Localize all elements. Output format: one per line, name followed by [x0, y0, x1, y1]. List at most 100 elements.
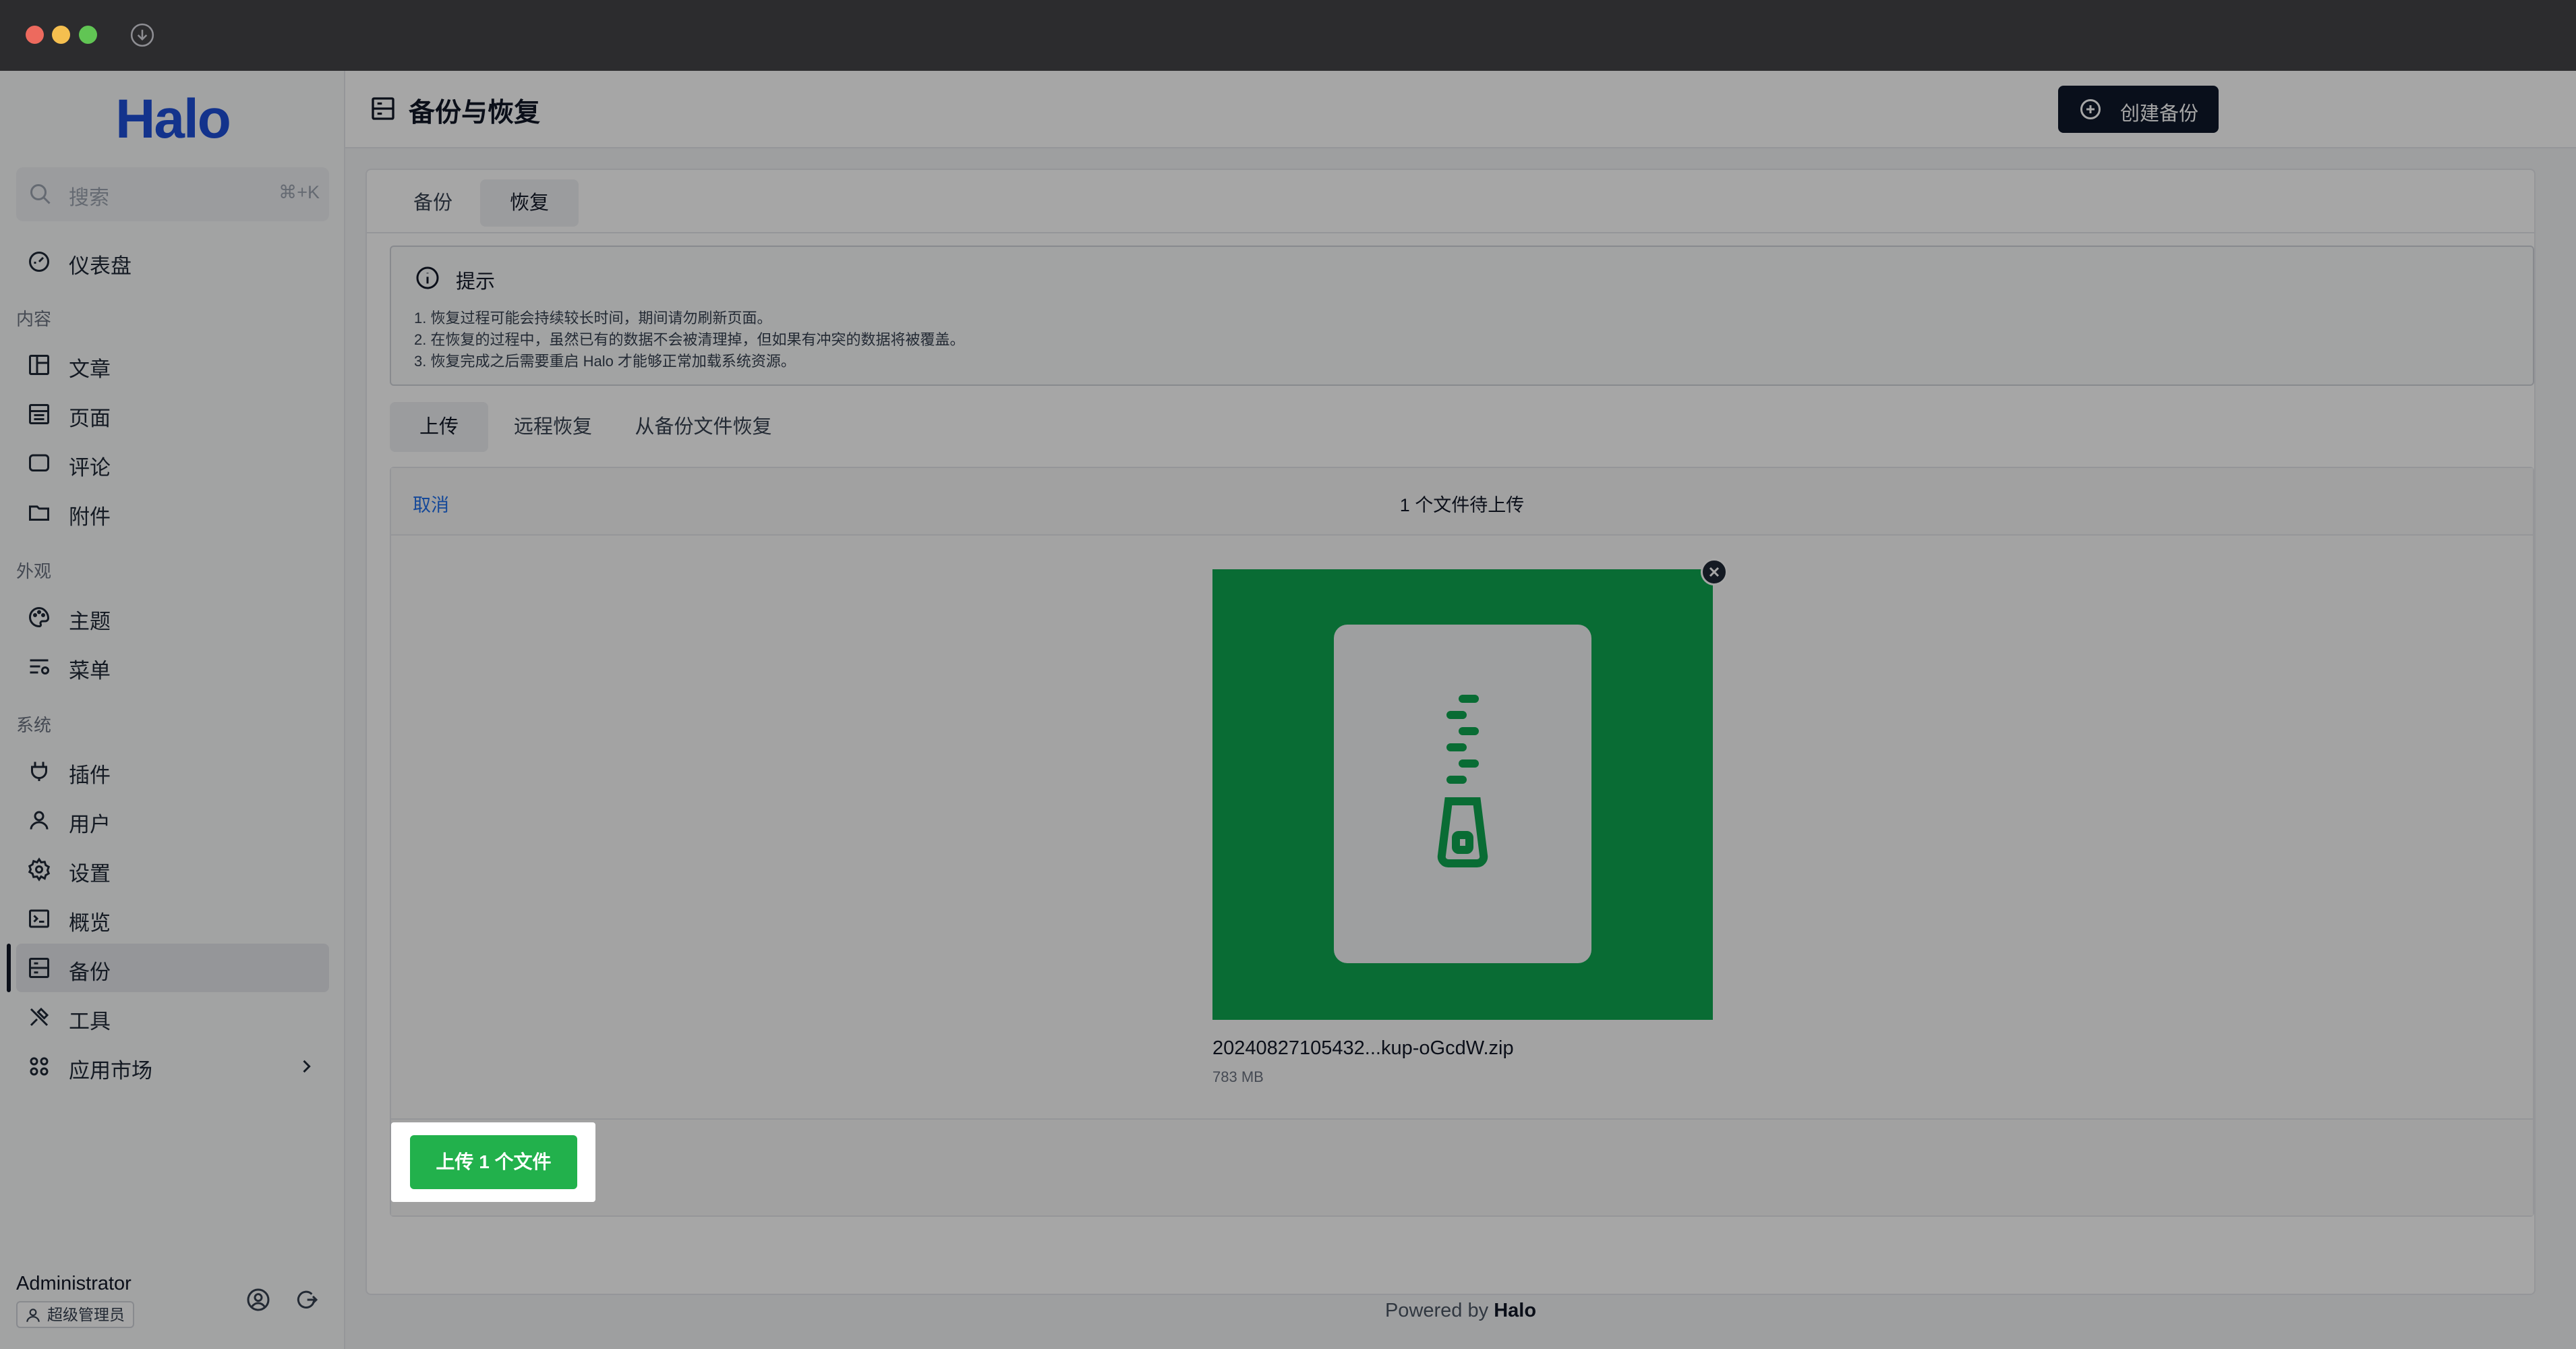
- create-backup-label: 创建备份: [2120, 103, 2199, 125]
- sidebar-item-label: 备份: [69, 960, 111, 984]
- powered-by: Powered by Halo: [345, 1300, 2576, 1322]
- uploader-footer: 上传 1 个文件: [391, 1118, 2533, 1215]
- alert-line: 2. 在恢复的过程中，虽然已有的数据不会被清理掉，但如果有冲突的数据将被覆盖。: [414, 331, 965, 348]
- sidebar-item-comments[interactable]: 评论: [16, 439, 329, 488]
- halo-logo[interactable]: Halo: [0, 88, 345, 151]
- chevron-right-icon: [303, 1060, 311, 1073]
- cancel-link[interactable]: 取消: [413, 490, 449, 517]
- zoom-window-button[interactable]: [79, 26, 97, 44]
- logout-icon[interactable]: [293, 1286, 320, 1313]
- sidebar-item-tools[interactable]: 工具: [16, 993, 329, 1041]
- sidebar-item-label: 页面: [69, 407, 111, 430]
- nav-group-content: 内容: [16, 309, 52, 329]
- page-header: 备份与恢复 创建备份: [345, 71, 2576, 148]
- apps-icon: [30, 1057, 49, 1076]
- sidebar-item-app-market[interactable]: 应用市场: [16, 1042, 329, 1091]
- search-input[interactable]: 搜索 ⌘+K: [16, 167, 329, 221]
- nav-group-appearance: 外观: [16, 561, 52, 581]
- alert-line: 3. 恢复完成之后需要重启 Halo 才能够正常加载系统资源。: [414, 353, 796, 370]
- sidebar: Halo 搜索 ⌘+K 仪表盘 内容 文章 页面 评论 附件 外观 主题 菜单 …: [0, 71, 345, 1349]
- file-uploader: 1 个文件待上传 取消 20240827105432...kup-oGcdW.z…: [390, 467, 2534, 1217]
- main-content: 备份与恢复 创建备份 备份 恢复 提示 1. 恢复过程可能会持续较长时间，期间请…: [345, 71, 2576, 1349]
- zip-file-icon: [1437, 695, 1488, 867]
- sidebar-item-pages[interactable]: 页面: [16, 390, 329, 438]
- tab-backup[interactable]: 备份: [386, 179, 480, 227]
- close-icon: [1709, 567, 1720, 577]
- powered-brand[interactable]: Halo: [1494, 1300, 1536, 1321]
- role-badge: 超级管理员: [16, 1301, 134, 1328]
- role-label: 超级管理员: [47, 1306, 125, 1323]
- sidebar-item-settings[interactable]: 设置: [16, 845, 329, 894]
- sidebar-item-label: 菜单: [69, 659, 111, 683]
- create-backup-button[interactable]: 创建备份: [2058, 86, 2219, 133]
- nav-group-system: 系统: [16, 715, 52, 735]
- sidebar-item-label: 主题: [69, 610, 111, 633]
- gear-icon: [28, 857, 51, 882]
- sidebar-item-label: 概览: [69, 911, 111, 935]
- sidebar-item-posts[interactable]: 文章: [16, 341, 329, 389]
- palette-icon: [29, 606, 50, 628]
- sidebar-item-label: 应用市场: [69, 1059, 152, 1083]
- upload-files-button-highlighted[interactable]: 上传 1 个文件: [410, 1135, 577, 1189]
- sidebar-item-users[interactable]: 用户: [16, 796, 329, 844]
- sidebar-item-dashboard[interactable]: 仪表盘: [16, 237, 329, 286]
- file-thumbnail: [1212, 569, 1713, 1020]
- alert-title: 提示: [456, 271, 496, 293]
- tab-restore[interactable]: 恢复: [480, 179, 579, 227]
- sidebar-item-label: 插件: [69, 764, 111, 787]
- sidebar-item-label: 工具: [69, 1010, 111, 1033]
- remove-file-button[interactable]: [1701, 558, 1728, 585]
- file-name: 20240827105432...kup-oGcdW.zip: [1212, 1037, 1514, 1059]
- posts-icon: [29, 355, 49, 375]
- sidebar-item-label: 附件: [69, 505, 111, 529]
- file-size: 783 MB: [1212, 1068, 1264, 1085]
- minimize-window-button[interactable]: [52, 26, 70, 44]
- subtab-remote-restore[interactable]: 远程恢复: [495, 402, 611, 452]
- sidebar-item-label: 仪表盘: [69, 254, 131, 278]
- spotlight-highlight: 上传 1 个文件: [391, 1122, 595, 1202]
- page-title: 备份与恢复: [409, 98, 541, 127]
- user-icon: [26, 1309, 40, 1322]
- tabs-bar: 备份 恢复: [367, 170, 2534, 233]
- search-placeholder: 搜索: [69, 187, 109, 209]
- sidebar-item-plugins[interactable]: 插件: [16, 747, 329, 795]
- powered-prefix: Powered by: [1384, 1300, 1489, 1321]
- download-icon[interactable]: [129, 22, 155, 48]
- sidebar-item-backup[interactable]: 备份: [7, 944, 329, 992]
- backup-icon: [29, 958, 49, 978]
- subtab-upload[interactable]: 上传: [390, 402, 488, 452]
- backup-icon: [372, 97, 394, 120]
- window-titlebar: [0, 0, 2576, 71]
- dashboard-icon: [29, 252, 49, 272]
- info-icon: [416, 266, 439, 289]
- search-icon: [30, 184, 51, 204]
- alert-line: 1. 恢复过程可能会持续较长时间，期间请勿刷新页面。: [414, 310, 772, 326]
- close-window-button[interactable]: [26, 26, 44, 44]
- sidebar-item-label: 评论: [69, 456, 111, 480]
- search-shortcut: ⌘+K: [279, 182, 320, 202]
- terminal-icon: [29, 909, 49, 928]
- sidebar-item-label: 设置: [69, 862, 111, 886]
- plus-circle-icon: [2080, 99, 2101, 119]
- user-name: Administrator: [16, 1273, 131, 1294]
- sidebar-item-label: 文章: [69, 357, 111, 381]
- uploader-body: 20240827105432...kup-oGcdW.zip 783 MB: [391, 536, 2533, 1118]
- comment-icon: [29, 454, 49, 471]
- sidebar-item-themes[interactable]: 主题: [16, 593, 329, 641]
- profile-icon[interactable]: [245, 1286, 272, 1313]
- sidebar-item-attachments[interactable]: 附件: [16, 488, 329, 537]
- info-alert: 提示 1. 恢复过程可能会持续较长时间，期间请勿刷新页面。 2. 在恢复的过程中…: [390, 246, 2534, 386]
- sidebar-item-overview[interactable]: 概览: [16, 894, 329, 943]
- sidebar-item-label: 用户: [69, 813, 111, 836]
- backup-card: 备份 恢复 提示 1. 恢复过程可能会持续较长时间，期间请勿刷新页面。 2. 在…: [365, 169, 2536, 1295]
- subtab-restore-from-file[interactable]: 从备份文件恢复: [618, 402, 789, 452]
- menu-settings-icon: [30, 659, 49, 674]
- folder-icon: [29, 505, 49, 521]
- plug-icon: [31, 762, 47, 781]
- upload-status: 1 个文件待上传: [1399, 495, 1525, 515]
- tools-icon: [30, 1007, 49, 1027]
- pages-icon: [29, 404, 49, 424]
- sidebar-item-menus[interactable]: 菜单: [16, 642, 329, 691]
- uploader-header: 1 个文件待上传 取消: [391, 468, 2533, 536]
- user-icon: [30, 811, 49, 830]
